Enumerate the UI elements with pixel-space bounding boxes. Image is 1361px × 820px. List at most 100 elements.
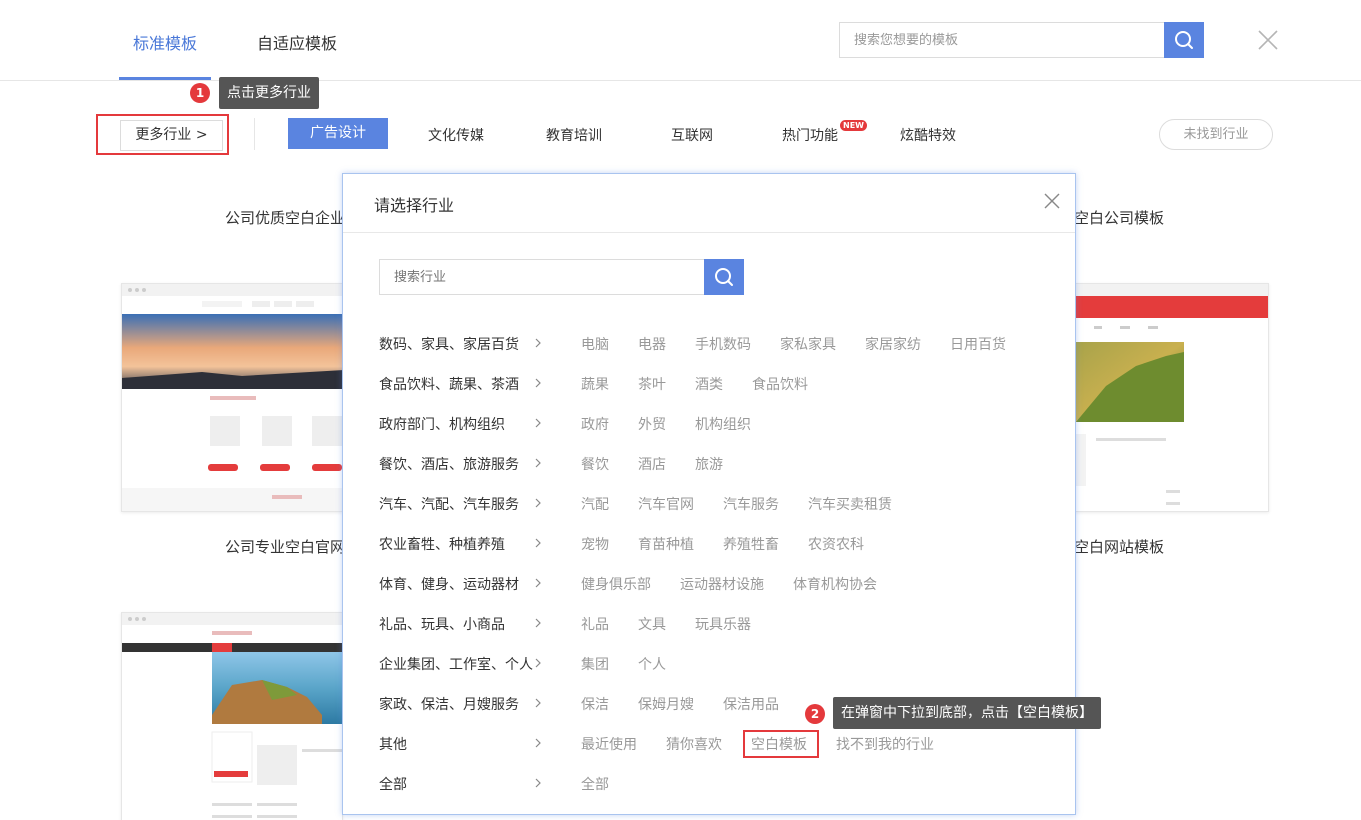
industry-tag[interactable]: 保洁 — [581, 694, 609, 714]
chevron-right-icon[interactable] — [534, 537, 542, 549]
industry-tag[interactable]: 保洁用品 — [723, 694, 779, 714]
industry-tag[interactable]: 汽车服务 — [723, 494, 779, 514]
template-preview-card[interactable] — [121, 612, 343, 820]
industry-group-label[interactable]: 体育、健身、运动器材 — [379, 574, 519, 594]
industry-tag[interactable]: 育苗种植 — [638, 534, 694, 554]
chevron-right-icon[interactable] — [534, 577, 542, 589]
more-industries-button[interactable]: 更多行业 > — [120, 120, 223, 151]
template-thumbnail — [122, 631, 342, 818]
industry-tag[interactable]: 宠物 — [581, 534, 609, 554]
industry-tag[interactable]: 猜你喜欢 — [666, 734, 722, 754]
template-title[interactable]: 公司专业空白官网 — [225, 536, 345, 557]
category-education[interactable]: 教育培训 — [546, 125, 602, 145]
new-badge: NEW — [840, 120, 867, 131]
industry-tag[interactable]: 找不到我的行业 — [836, 734, 934, 754]
industry-tag[interactable]: 个人 — [638, 654, 666, 674]
industry-tag[interactable]: 政府 — [581, 414, 609, 434]
industry-tag[interactable]: 蔬果 — [581, 374, 609, 394]
industry-tag[interactable]: 外贸 — [638, 414, 666, 434]
industry-tag[interactable]: 体育机构协会 — [793, 574, 877, 594]
close-icon[interactable] — [1256, 28, 1280, 52]
template-search-input[interactable] — [839, 22, 1165, 58]
category-internet[interactable]: 互联网 — [671, 125, 713, 145]
industry-tag[interactable]: 酒店 — [638, 454, 666, 474]
template-title[interactable]: 公司优质空白企业 — [225, 207, 345, 228]
template-title[interactable]: 空白网站模板 — [1074, 536, 1164, 557]
industry-search-input[interactable] — [379, 259, 705, 295]
template-picker-page: 标准模板 自适应模板 1 点击更多行业 更多行业 > 广告设计 文化传媒 教育培… — [0, 0, 1361, 820]
active-tab-indicator — [119, 77, 211, 80]
industry-tag[interactable]: 集团 — [581, 654, 609, 674]
industry-tag[interactable]: 旅游 — [695, 454, 723, 474]
industry-search — [379, 259, 745, 295]
industry-group-label[interactable]: 其他 — [379, 734, 407, 754]
industry-tag[interactable]: 运动器材设施 — [680, 574, 764, 594]
industry-tag[interactable]: 礼品 — [581, 614, 609, 634]
chevron-right-icon[interactable] — [534, 337, 542, 349]
industry-group-label[interactable]: 数码、家具、家居百货 — [379, 334, 519, 354]
industry-group-label[interactable]: 全部 — [379, 774, 407, 794]
industry-tag[interactable]: 食品饮料 — [752, 374, 808, 394]
chevron-right-icon[interactable] — [534, 457, 542, 469]
chevron-right-icon[interactable] — [534, 417, 542, 429]
industry-tag[interactable]: 电脑 — [581, 334, 609, 354]
industry-tag[interactable]: 酒类 — [695, 374, 723, 394]
industry-row: 其他 最近使用 猜你喜欢 空白模板 找不到我的行业 — [379, 734, 1059, 754]
industry-tag[interactable]: 餐饮 — [581, 454, 609, 474]
template-title[interactable]: 空白公司模板 — [1074, 207, 1164, 228]
template-search-button[interactable] — [1164, 22, 1204, 58]
template-search — [839, 22, 1204, 58]
chevron-right-icon[interactable] — [534, 377, 542, 389]
tab-responsive-templates[interactable]: 自适应模板 — [257, 30, 337, 54]
industry-group-label[interactable]: 汽车、汽配、汽车服务 — [379, 494, 519, 514]
chevron-right-icon[interactable] — [534, 497, 542, 509]
industry-tag[interactable]: 农资农科 — [808, 534, 864, 554]
industry-not-found-button[interactable]: 未找到行业 — [1159, 119, 1273, 150]
chevron-right-icon[interactable] — [534, 777, 542, 789]
dialog-divider — [343, 232, 1075, 233]
top-bar: 标准模板 自适应模板 — [0, 0, 1361, 81]
industry-tag[interactable]: 机构组织 — [695, 414, 751, 434]
industry-tag[interactable]: 汽配 — [581, 494, 609, 514]
chevron-right-icon[interactable] — [534, 617, 542, 629]
industry-tag[interactable]: 家居家纺 — [865, 334, 921, 354]
industry-tags: 餐饮 酒店 旅游 — [581, 454, 723, 474]
industry-tag[interactable]: 手机数码 — [695, 334, 751, 354]
industry-tag[interactable]: 文具 — [638, 614, 666, 634]
industry-tag[interactable]: 茶叶 — [638, 374, 666, 394]
industry-group-label[interactable]: 企业集团、工作室、个人 — [379, 654, 533, 674]
industry-tag[interactable]: 最近使用 — [581, 734, 637, 754]
close-icon[interactable] — [1043, 192, 1061, 210]
step2-tooltip: 在弹窗中下拉到底部，点击【空白模板】 — [833, 697, 1101, 729]
industry-tag[interactable]: 保姆月嫂 — [638, 694, 694, 714]
chevron-right-icon[interactable] — [534, 697, 542, 709]
industry-tag[interactable]: 汽车官网 — [638, 494, 694, 514]
chevron-right-icon[interactable] — [534, 737, 542, 749]
industry-group-label[interactable]: 餐饮、酒店、旅游服务 — [379, 454, 519, 474]
industry-tag[interactable]: 家私家具 — [780, 334, 836, 354]
industry-search-button[interactable] — [704, 259, 744, 295]
industry-row: 全部 全部 — [379, 774, 1059, 794]
industry-row: 体育、健身、运动器材 健身俱乐部 运动器材设施 体育机构协会 — [379, 574, 1059, 594]
industry-tag[interactable]: 玩具乐器 — [695, 614, 751, 634]
search-icon — [715, 268, 733, 286]
industry-group-label[interactable]: 家政、保洁、月嫂服务 — [379, 694, 519, 714]
template-preview-card[interactable] — [1075, 283, 1269, 512]
category-ad-design[interactable]: 广告设计 — [288, 118, 388, 149]
industry-tag[interactable]: 健身俱乐部 — [581, 574, 651, 594]
industry-tag[interactable]: 全部 — [581, 774, 609, 794]
industry-group-label[interactable]: 礼品、玩具、小商品 — [379, 614, 505, 634]
chevron-right-icon[interactable] — [534, 657, 542, 669]
industry-tag[interactable]: 汽车买卖租赁 — [808, 494, 892, 514]
category-cool-effects[interactable]: 炫酷特效 — [900, 125, 956, 145]
industry-tag[interactable]: 电器 — [638, 334, 666, 354]
industry-tag[interactable]: 日用百货 — [950, 334, 1006, 354]
category-hot-features[interactable]: 热门功能 — [782, 125, 838, 145]
industry-group-label[interactable]: 食品饮料、蔬果、茶酒 — [379, 374, 519, 394]
template-preview-card[interactable] — [121, 283, 343, 512]
industry-group-label[interactable]: 农业畜牲、种植养殖 — [379, 534, 505, 554]
industry-tag[interactable]: 养殖牲畜 — [723, 534, 779, 554]
tab-standard-templates[interactable]: 标准模板 — [133, 30, 197, 54]
category-culture-media[interactable]: 文化传媒 — [428, 125, 484, 145]
industry-group-label[interactable]: 政府部门、机构组织 — [379, 414, 505, 434]
